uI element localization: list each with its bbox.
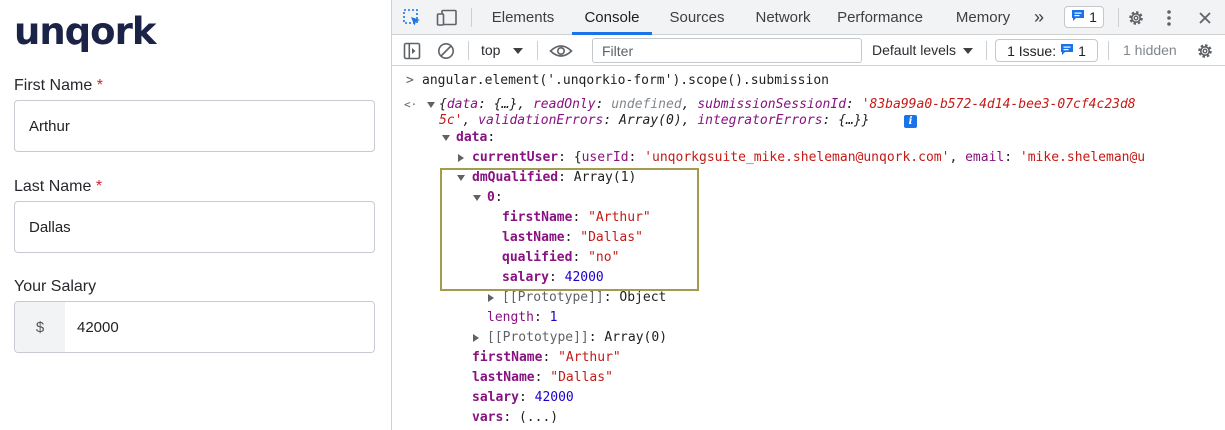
- tree-row-salary: salary: 42000: [502, 270, 604, 285]
- tree-row-index-0[interactable]: 0:: [392, 188, 1225, 208]
- tree-row-last-name: lastName: "Dallas": [502, 230, 643, 245]
- dropdown-caret-icon: [513, 48, 524, 55]
- info-icon[interactable]: i: [904, 115, 917, 128]
- console-toolbar: top Default levels 1 Issue: 1 1 hidden: [392, 35, 1225, 66]
- last-name-label-text: Last Name: [14, 178, 92, 195]
- issues-button[interactable]: 1 Issue: 1: [995, 39, 1098, 62]
- tree-row-current-user[interactable]: currentUser: {userId: 'unqorkgsuite_mike…: [392, 148, 1225, 168]
- tree-row-prototype-object[interactable]: [[Prototype]]: Object: [392, 288, 1225, 308]
- message-icon: [1071, 9, 1085, 25]
- live-expression-eye-icon[interactable]: [546, 35, 576, 66]
- currency-prefix: $: [15, 302, 65, 352]
- log-levels-dropdown[interactable]: Default levels: [872, 35, 973, 66]
- console-command-line: > angular.element('.unqorkio-form').scop…: [392, 71, 1225, 91]
- required-marker: *: [95, 178, 103, 195]
- toolbar-separator: [986, 41, 987, 60]
- inspect-element-icon[interactable]: [400, 0, 424, 35]
- context-label: top: [481, 42, 501, 58]
- tree-row-prototype-array[interactable]: [[Prototype]]: Array(0): [392, 328, 1225, 348]
- issues-count: 1: [1078, 42, 1086, 59]
- filter-input[interactable]: [592, 38, 862, 63]
- first-name-input[interactable]: [14, 100, 375, 152]
- first-name-label: First Name *: [14, 77, 103, 95]
- expand-triangle-icon[interactable]: [427, 102, 435, 108]
- messages-badge[interactable]: 1: [1064, 6, 1104, 28]
- salary-input[interactable]: [65, 302, 374, 352]
- console-command: angular.element('.unqorkio-form').scope(…: [422, 73, 829, 88]
- sidebar-toggle-icon[interactable]: [400, 35, 424, 66]
- dropdown-caret-icon: [962, 48, 973, 55]
- tree-row-root-last-name: lastName: "Dallas": [472, 370, 613, 385]
- context-selector[interactable]: top: [481, 35, 524, 66]
- device-toolbar-icon[interactable]: [434, 0, 460, 35]
- tab-memory[interactable]: Memory: [948, 0, 1018, 35]
- toolbar-separator: [537, 41, 538, 60]
- tab-network[interactable]: Network: [746, 0, 820, 35]
- tree-row-data[interactable]: data:: [392, 128, 1225, 148]
- last-name-label: Last Name *: [14, 178, 102, 196]
- tab-elements[interactable]: Elements: [480, 0, 566, 35]
- required-marker: *: [96, 77, 103, 94]
- tree-row-root-vars[interactable]: vars: (...): [392, 408, 1225, 428]
- message-icon: [1060, 43, 1074, 59]
- tab-console[interactable]: Console: [572, 0, 652, 35]
- tree-row-qualified: qualified: "no": [502, 250, 620, 265]
- collapse-triangle-icon[interactable]: [473, 334, 479, 342]
- salary-label: Your Salary: [14, 278, 97, 295]
- settings-gear-icon[interactable]: [1124, 0, 1148, 35]
- tab-separator: [1118, 8, 1119, 27]
- log-levels-label: Default levels: [872, 42, 957, 58]
- form-panel: unqork First Name * Last Name * Your Sal…: [0, 0, 391, 430]
- first-name-label-text: First Name: [14, 77, 93, 94]
- expand-triangle-icon[interactable]: [457, 175, 465, 181]
- collapse-triangle-icon[interactable]: [488, 294, 494, 302]
- tab-performance[interactable]: Performance: [830, 0, 930, 35]
- last-name-input[interactable]: [14, 201, 375, 253]
- devtools-panel: Elements Console Sources Network Perform…: [391, 0, 1225, 430]
- tree-row-first-name: firstName: "Arthur": [502, 210, 651, 225]
- tree-row-length: length: 1: [487, 310, 558, 325]
- toolbar-separator: [468, 41, 469, 60]
- tree-row-dm-qualified[interactable]: dmQualified: Array(1): [392, 168, 1225, 188]
- more-tabs-button[interactable]: »: [1026, 0, 1052, 35]
- salary-field: $: [14, 301, 375, 353]
- tree-row-root-first-name: firstName: "Arthur": [472, 350, 621, 365]
- devtools-tabbar: Elements Console Sources Network Perform…: [392, 0, 1225, 35]
- expand-triangle-icon[interactable]: [442, 135, 450, 141]
- toolbar-separator: [1108, 41, 1109, 60]
- close-icon[interactable]: [1193, 0, 1217, 35]
- issues-label: 1 Issue:: [1007, 42, 1057, 59]
- clear-console-icon[interactable]: [434, 35, 458, 66]
- tab-separator: [471, 8, 472, 27]
- unqork-logo: unqork: [14, 10, 156, 53]
- collapse-triangle-icon[interactable]: [458, 154, 464, 162]
- console-settings-gear-icon[interactable]: [1193, 35, 1217, 66]
- prompt-chevron-icon: >: [406, 73, 414, 88]
- expand-triangle-icon[interactable]: [473, 195, 481, 201]
- tree-row-root-salary: salary: 42000: [472, 390, 574, 405]
- message-count: 1: [1089, 9, 1097, 25]
- console-output: > angular.element('.unqorkio-form').scop…: [392, 66, 1225, 430]
- more-options-icon[interactable]: [1158, 0, 1180, 35]
- hidden-count: 1 hidden: [1123, 42, 1177, 58]
- tab-sources[interactable]: Sources: [660, 0, 734, 35]
